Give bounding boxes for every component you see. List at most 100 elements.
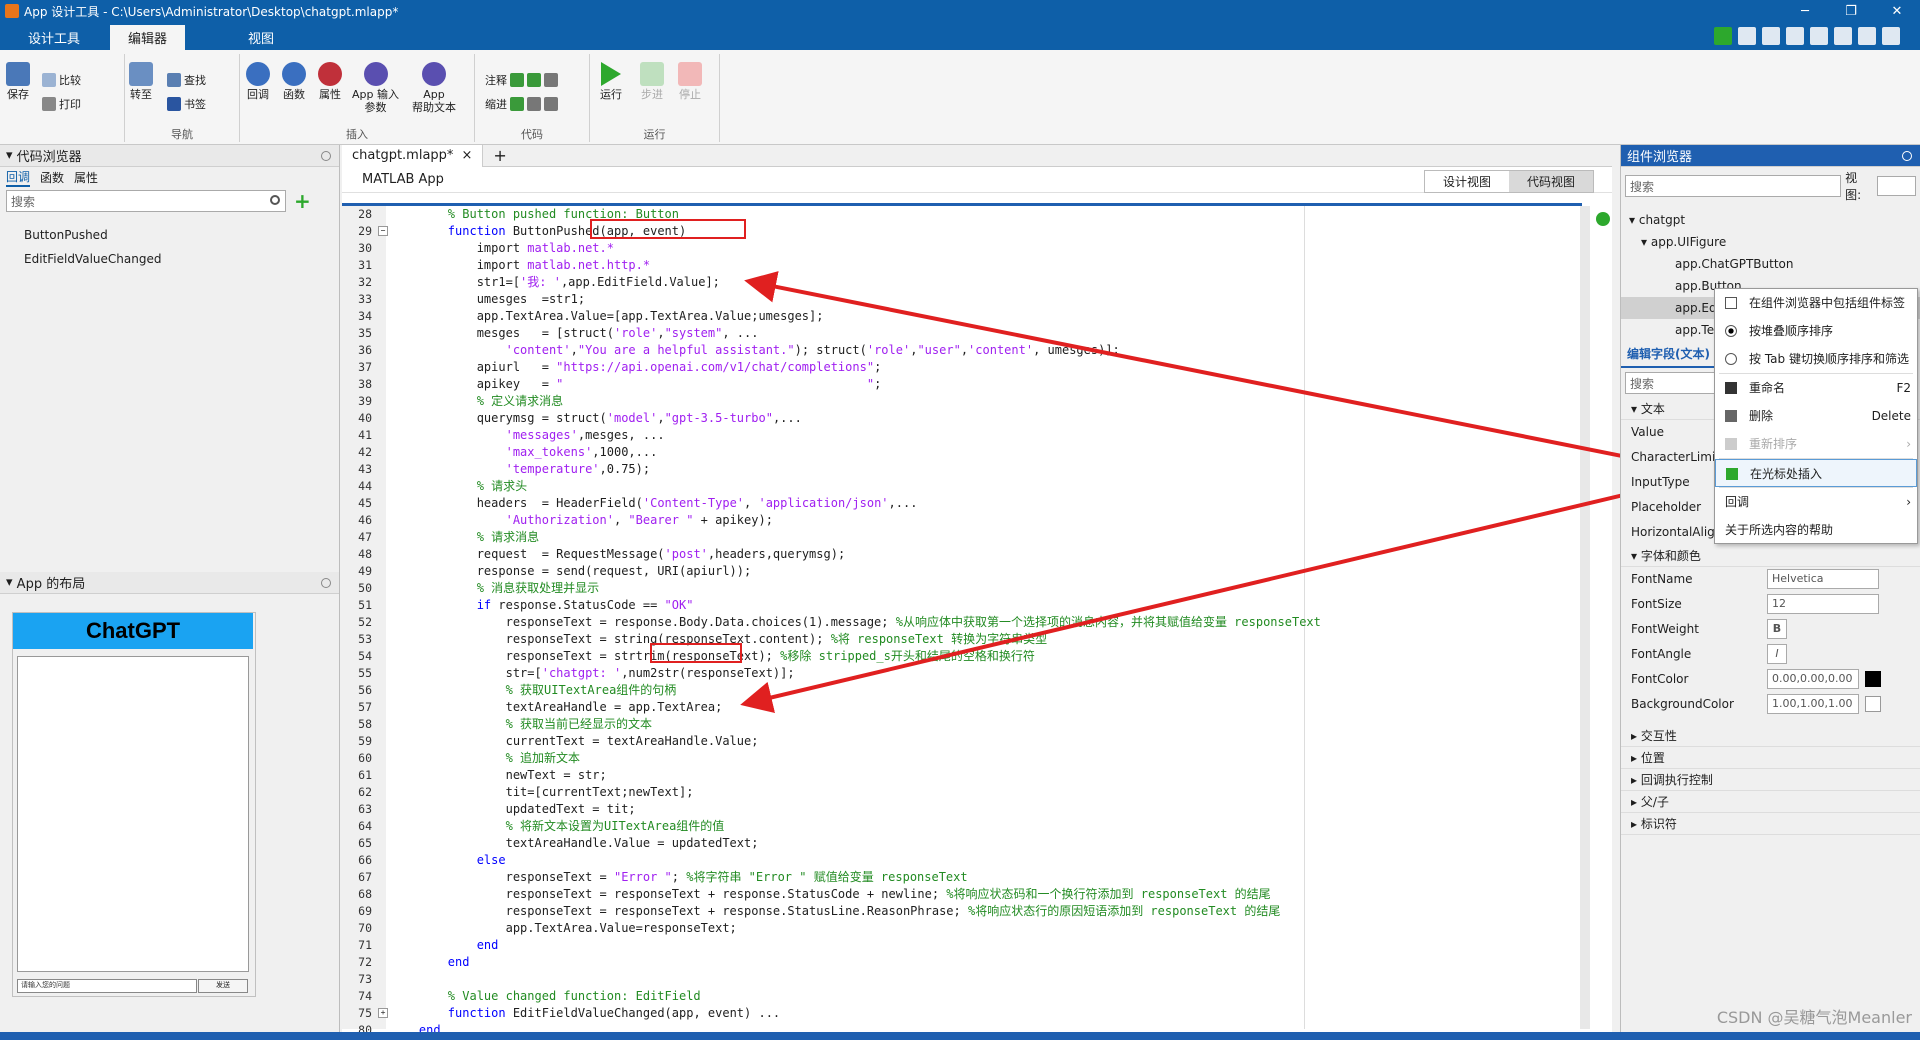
list-item[interactable]: ButtonPushed	[0, 223, 339, 247]
code-line[interactable]: 75 + function EditFieldValueChanged(app, …	[358, 1005, 1580, 1022]
callback-button[interactable]: 回调	[246, 62, 270, 101]
code-line[interactable]: 70 app.TextArea.Value=responseText;	[358, 920, 1580, 937]
step-button[interactable]: 步进	[640, 62, 664, 101]
code-line[interactable]: 66 else	[358, 852, 1580, 869]
code-line[interactable]: 50 % 消息获取处理并显示	[358, 580, 1580, 597]
redo-quick-icon[interactable]	[1858, 27, 1876, 45]
code-line[interactable]: 46 'Authorization', "Bearer " + apikey);	[358, 512, 1580, 529]
code-line[interactable]: 68 responseText = responseText + respons…	[358, 886, 1580, 903]
section-font[interactable]: ▾ 字体和颜色	[1621, 545, 1920, 567]
code-line[interactable]: 36 'content',"You are a helpful assistan…	[358, 342, 1580, 359]
code-line[interactable]: 30 import matlab.net.*	[358, 240, 1580, 257]
property-button[interactable]: 属性	[318, 62, 342, 101]
menu-item-sort-tab[interactable]: 按 Tab 键切换顺序排序和筛选	[1715, 345, 1917, 373]
menu-item-sort-stack[interactable]: 按堆叠顺序排序	[1715, 317, 1917, 345]
run-button[interactable]: 运行	[600, 62, 622, 101]
code-line[interactable]: 45 headers = HeaderField('Content-Type',…	[358, 495, 1580, 512]
section-identifier[interactable]: ▸ 标识符	[1621, 813, 1920, 835]
close-button[interactable]: ✕	[1874, 0, 1920, 22]
fold-toggle-icon[interactable]: +	[378, 1008, 388, 1018]
section-callback-control[interactable]: ▸ 回调执行控制	[1621, 769, 1920, 791]
menu-item-reorder[interactable]: 重新排序 ›	[1715, 430, 1917, 458]
code-lines[interactable]: 28 % Button pushed function: Button 29− f…	[358, 206, 1580, 1039]
code-line[interactable]: 74 % Value changed function: EditField	[358, 988, 1580, 1005]
tree-item[interactable]: ▾ chatgpt	[1621, 209, 1920, 231]
code-area[interactable]: 28 % Button pushed function: Button 29− f…	[342, 203, 1610, 1037]
send-button[interactable]: 发送	[198, 979, 248, 993]
save-quick-icon[interactable]	[1738, 27, 1756, 45]
new-tab-button[interactable]: +	[483, 146, 506, 165]
tab-properties[interactable]: 属性	[74, 169, 98, 186]
help-quick-icon[interactable]	[1882, 27, 1900, 45]
code-line[interactable]: 55 str=['chatgpt: ',num2str(responseText…	[358, 665, 1580, 682]
section-parent-child[interactable]: ▸ 父/子	[1621, 791, 1920, 813]
tree-item[interactable]: app.ChatGPTButton	[1621, 253, 1920, 275]
code-line[interactable]: 42 'max_tokens',1000,...	[358, 444, 1580, 461]
code-line[interactable]: 43 'temperature',0.75);	[358, 461, 1580, 478]
code-line[interactable]: 31 import matlab.net.http.*	[358, 257, 1580, 274]
code-line[interactable]: 34 app.TextArea.Value=[app.TextArea.Valu…	[358, 308, 1580, 325]
tab-functions[interactable]: 函数	[40, 169, 64, 186]
code-line[interactable]: 33 umesges =str1;	[358, 291, 1580, 308]
bgcolor-swatch[interactable]	[1865, 696, 1881, 712]
cut-quick-icon[interactable]	[1762, 27, 1780, 45]
menu-item-delete[interactable]: 删除 Delete	[1715, 402, 1917, 430]
comment-button[interactable]: 注释	[485, 72, 558, 88]
view-dropdown[interactable]	[1876, 176, 1916, 196]
copy-quick-icon[interactable]	[1786, 27, 1804, 45]
tab-view[interactable]: 视图	[230, 25, 292, 50]
panel-close-icon[interactable]	[321, 150, 331, 161]
app-help-button[interactable]: App 帮助文本	[412, 62, 456, 114]
menu-item-include-labels[interactable]: 在组件浏览器中包括组件标签	[1715, 289, 1917, 317]
find-button[interactable]: 查找	[167, 72, 206, 88]
paste-quick-icon[interactable]	[1810, 27, 1828, 45]
add-callback-icon[interactable]: +	[294, 189, 311, 213]
goto-button[interactable]: 转至	[129, 62, 153, 101]
design-view-button[interactable]: 设计视图	[1425, 171, 1509, 192]
vertical-scrollbar[interactable]	[1580, 206, 1590, 1029]
minimize-button[interactable]: ─	[1782, 0, 1828, 22]
code-line[interactable]: 39 % 定义请求消息	[358, 393, 1580, 410]
compare-button[interactable]: 比较	[42, 72, 81, 88]
code-line[interactable]: 67 responseText = "Error "; %将字符串 "Error…	[358, 869, 1580, 886]
fontcolor-field[interactable]: 0.00,0.00,0.00	[1767, 669, 1859, 689]
menu-item-callbacks[interactable]: 回调 ›	[1715, 488, 1917, 516]
code-line[interactable]: 57 textAreaHandle = app.TextArea;	[358, 699, 1580, 716]
menu-item-help[interactable]: 关于所选内容的帮助	[1715, 516, 1917, 544]
chat-textarea[interactable]	[17, 656, 249, 972]
code-line[interactable]: 51 if response.StatusCode == "OK"	[358, 597, 1580, 614]
menu-item-rename[interactable]: 重命名 F2	[1715, 374, 1917, 402]
component-search[interactable]: 搜索	[1625, 175, 1842, 197]
inspector-search[interactable]: 搜索	[1625, 372, 1717, 394]
code-line[interactable]: 69 responseText = responseText + respons…	[358, 903, 1580, 920]
fontcolor-swatch[interactable]	[1865, 671, 1881, 687]
fontname-dropdown[interactable]: Helvetica	[1767, 569, 1879, 589]
section-interactivity[interactable]: ▸ 交互性	[1621, 725, 1920, 747]
code-line[interactable]: 28 % Button pushed function: Button	[358, 206, 1580, 223]
maximize-button[interactable]: ❐	[1828, 0, 1874, 22]
code-line[interactable]: 49 response = send(request, URI(apiurl))…	[358, 563, 1580, 580]
code-line[interactable]: 59 currentText = textAreaHandle.Value;	[358, 733, 1580, 750]
code-line[interactable]: 38 apikey = " ";	[358, 376, 1580, 393]
code-line[interactable]: 71 end	[358, 937, 1580, 954]
code-line[interactable]: 64 % 将新文本设置为UITextArea组件的值	[358, 818, 1580, 835]
section-position[interactable]: ▸ 位置	[1621, 747, 1920, 769]
code-line[interactable]: 58 % 获取当前已经显示的文本	[358, 716, 1580, 733]
code-line[interactable]: 62 tit=[currentText;newText];	[358, 784, 1580, 801]
panel-close-icon[interactable]	[1902, 150, 1912, 161]
app-input-button[interactable]: App 输入 参数	[352, 62, 399, 114]
file-tab[interactable]: chatgpt.mlapp* ×	[342, 144, 484, 167]
stop-button[interactable]: 停止	[678, 62, 702, 101]
undo-quick-icon[interactable]	[1834, 27, 1852, 45]
code-line[interactable]: 44 % 请求头	[358, 478, 1580, 495]
code-line[interactable]: 65 textAreaHandle.Value = updatedText;	[358, 835, 1580, 852]
code-line[interactable]: 61 newText = str;	[358, 767, 1580, 784]
fontweight-bold-toggle[interactable]: B	[1767, 619, 1787, 639]
code-line[interactable]: 48 request = RequestMessage('post',heade…	[358, 546, 1580, 563]
code-line[interactable]: 60 % 追加新文本	[358, 750, 1580, 767]
bgcolor-field[interactable]: 1.00,1.00,1.00	[1767, 694, 1859, 714]
code-line[interactable]: 73	[358, 971, 1580, 988]
chatgpt-button[interactable]: ChatGPT	[13, 613, 253, 649]
panel-close-icon[interactable]	[321, 577, 331, 588]
code-line[interactable]: 63 updatedText = tit;	[358, 801, 1580, 818]
